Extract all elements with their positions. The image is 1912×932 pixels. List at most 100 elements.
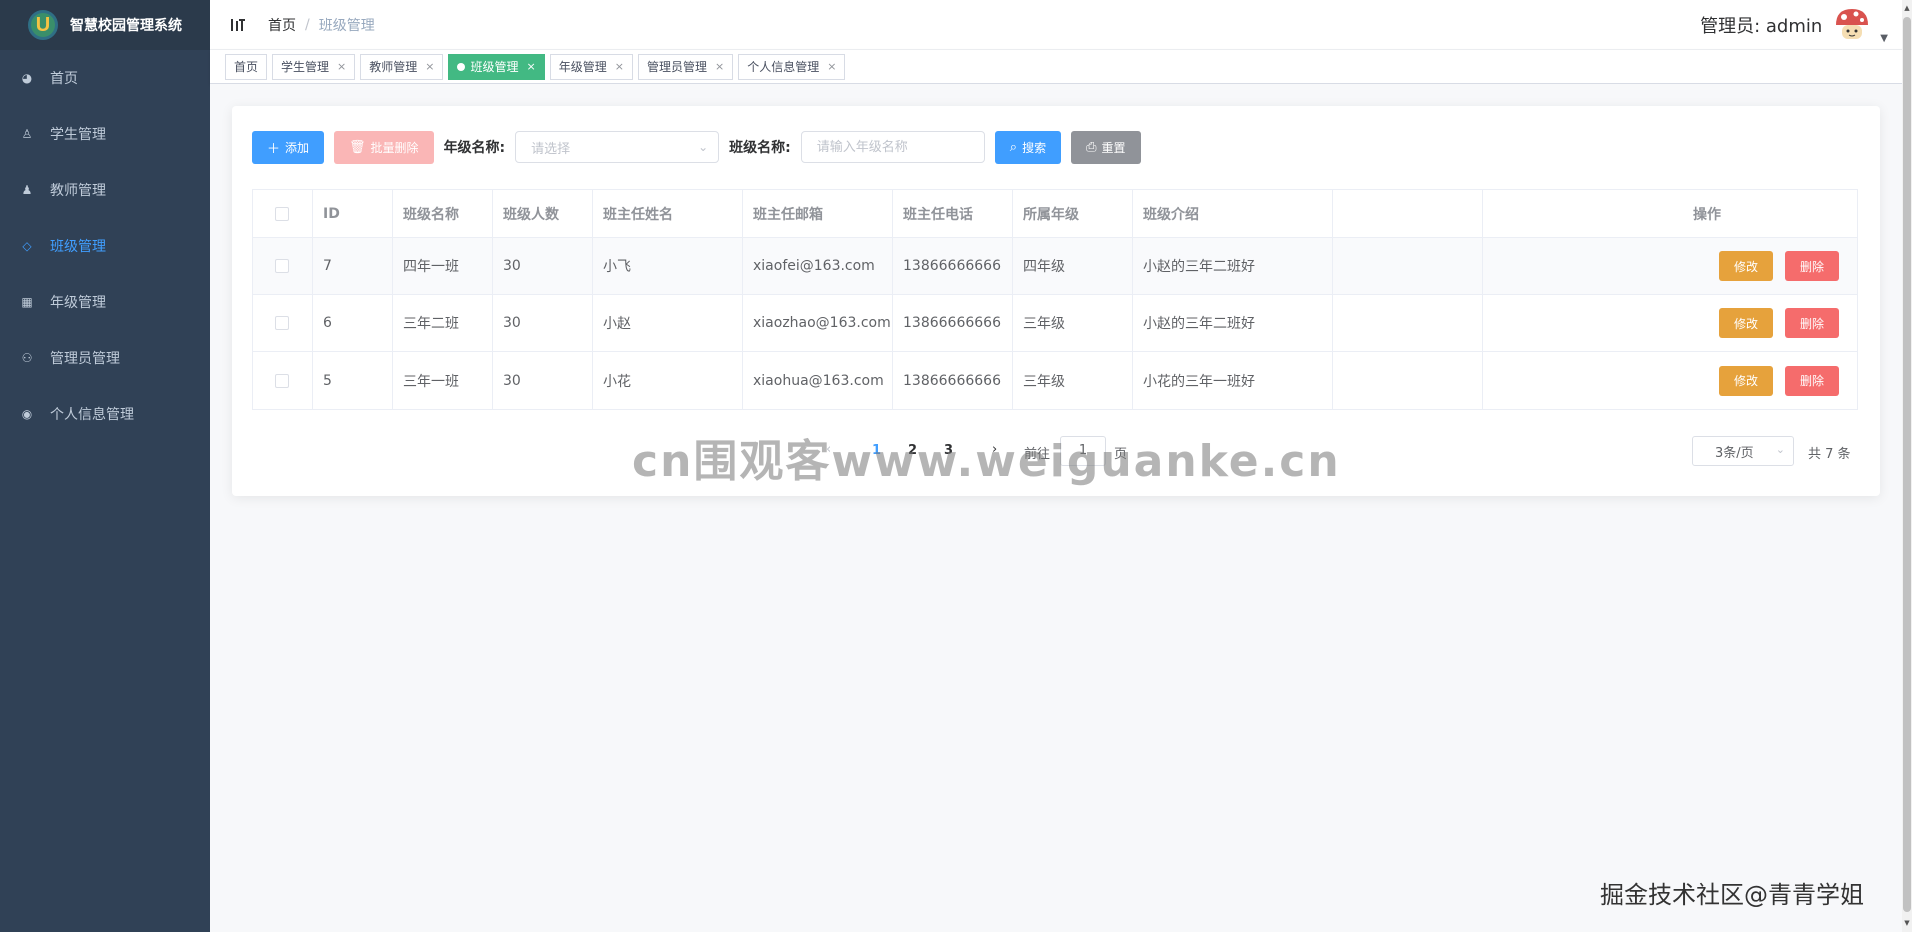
reset-button[interactable]: ⎙ 重置 <box>1071 130 1141 164</box>
breadcrumb-home[interactable]: 首页 <box>268 15 296 35</box>
column-header: 班级介绍 <box>1133 190 1333 237</box>
profile-icon: ◉ <box>21 407 33 421</box>
delete-button[interactable]: 删除 <box>1784 251 1839 281</box>
sidebar-item-label: 管理员管理 <box>50 351 120 367</box>
row-select-cell <box>253 238 313 294</box>
logo-icon: U <box>28 10 58 40</box>
hamburger-icon[interactable] <box>226 13 250 37</box>
chevron-down-icon: ⌄ <box>698 140 709 154</box>
edit-button[interactable]: 修改 <box>1718 365 1773 396</box>
tag-label: 教师管理 <box>369 60 418 74</box>
cell-intro: 小赵的三年二班好 <box>1133 238 1333 294</box>
search-button[interactable]: ⌕ 搜索 <box>994 130 1062 164</box>
avatar[interactable] <box>1832 5 1873 45</box>
tag-label: 首页 <box>234 60 259 74</box>
user-icon: ♙ <box>21 127 33 141</box>
sidebar-item-label: 班级管理 <box>50 239 106 255</box>
delete-button[interactable]: 删除 <box>1784 308 1839 338</box>
cell-grade: 三年级 <box>1013 295 1133 351</box>
app-title: 智慧校园管理系统 <box>70 18 182 34</box>
calendar-icon: ▦ <box>21 295 33 309</box>
edit-button[interactable]: 修改 <box>1718 251 1773 281</box>
caret-down-icon[interactable]: ▼ <box>1880 33 1888 44</box>
sidebar-item-1[interactable]: ◕ 首页 <box>0 50 210 106</box>
scrollbar[interactable]: ▲ ▼ <box>1902 0 1912 932</box>
delete-button[interactable]: 删除 <box>1784 365 1839 396</box>
cell-empty <box>1333 295 1483 351</box>
batch-delete-button[interactable]: 🗑 批量删除 <box>334 130 434 164</box>
scroll-down-icon[interactable]: ▼ <box>1902 915 1912 932</box>
grade-select[interactable]: 请选择 ⌄ <box>515 131 720 163</box>
sidebar-item-4[interactable]: ◇ 班级管理 <box>0 218 210 274</box>
sidebar-item-5[interactable]: ▦ 年级管理 <box>0 274 210 330</box>
logo-letter: U <box>35 13 51 36</box>
cell-intro: 小赵的三年二班好 <box>1133 295 1333 351</box>
breadcrumb: 首页 / 班级管理 <box>268 15 375 35</box>
sidebar-item-label: 学生管理 <box>50 127 106 143</box>
sidebar-item-6[interactable]: ⚇ 管理员管理 <box>0 330 210 386</box>
logo-bar: U 智慧校园管理系统 <box>0 0 210 50</box>
tag-label: 年级管理 <box>558 60 607 74</box>
cell-name: 三年二班 <box>393 295 493 351</box>
cell-count: 30 <box>493 352 593 409</box>
sidebar: U 智慧校园管理系统 ◕ 首页 ♙ 学生管理 ♟ 教师管理 ◇ 班级管理 ▦ 年级管理 ⚇ 管理员管理… <box>0 0 210 932</box>
scroll-thumb[interactable] <box>1903 17 1911 912</box>
tag-4[interactable]: 班级管理 × <box>448 53 545 80</box>
tag-2[interactable]: 学生管理 × <box>272 53 356 80</box>
cell-name: 四年一班 <box>393 238 493 294</box>
cell-empty <box>1333 352 1483 409</box>
tag-6[interactable]: 管理员管理 × <box>637 53 734 80</box>
cell-grade: 四年级 <box>1013 238 1133 294</box>
select-all-checkbox[interactable] <box>275 206 289 221</box>
sidebar-item-label: 首页 <box>50 71 78 87</box>
cell-actions: 修改 删除 <box>1483 238 1857 294</box>
breadcrumb-current: 班级管理 <box>318 17 375 34</box>
sidebar-item-label: 教师管理 <box>50 183 106 199</box>
column-header: 班级人数 <box>493 190 593 237</box>
table-row: 6 三年二班 30 小赵 xiaozhao@163.com 13866666666 三年级小… <box>253 295 1857 352</box>
sidebar-item-3[interactable]: ♟ 教师管理 <box>0 162 210 218</box>
column-header: 班主任电话 <box>893 190 1013 237</box>
row-checkbox[interactable] <box>275 316 289 330</box>
cell-id: 7 <box>313 238 393 294</box>
class-name-label: 班级名称: <box>729 140 791 156</box>
tags-view: 首页 学生管理 × 教师管理 × 班级管理 × 年级管理 × 管理员管理 × 个人信息管理 × <box>210 50 1912 84</box>
tag-label: 管理员管理 <box>646 60 707 74</box>
close-icon[interactable]: × <box>615 60 624 73</box>
close-icon[interactable]: × <box>715 60 724 73</box>
sidebar-item-7[interactable]: ◉ 个人信息管理 <box>0 386 210 442</box>
class-name-input[interactable] <box>800 131 985 163</box>
watermark-corner: 掘金技术社区@青青学姐 <box>1600 881 1864 909</box>
table-header: ID 班级名称 班级人数 班主任姓名 班主任邮箱 班主任电话 所属年级 班级介绍 操作 <box>253 190 1857 238</box>
close-icon[interactable]: × <box>527 60 536 73</box>
sidebar-item-label: 个人信息管理 <box>50 407 134 423</box>
edit-button[interactable]: 修改 <box>1718 308 1773 338</box>
row-checkbox[interactable] <box>275 373 289 388</box>
toolbar: ＋ 添加 🗑 批量删除 年级名称: 请选择 ⌄ 班级名称: ⌕ 搜索 ⎙ 重置 <box>252 130 1151 164</box>
close-icon[interactable]: × <box>425 60 434 73</box>
cell-count: 30 <box>493 295 593 351</box>
column-header: 操作 <box>1693 206 1721 223</box>
tag-1[interactable]: 首页 <box>225 53 268 80</box>
sidebar-menu: ◕ 首页 ♙ 学生管理 ♟ 教师管理 ◇ 班级管理 ▦ 年级管理 ⚇ 管理员管理 ◉ 个人信息管理 <box>0 50 210 442</box>
sidebar-item-2[interactable]: ♙ 学生管理 <box>0 106 210 162</box>
column-header: ID <box>313 190 393 237</box>
scroll-up-icon[interactable]: ▲ <box>1902 0 1912 17</box>
add-button-label: 添加 <box>285 140 310 155</box>
tag-3[interactable]: 教师管理 × <box>360 53 444 80</box>
select-all-cell <box>253 190 313 237</box>
active-dot-icon <box>457 62 466 71</box>
sidebar-item-label: 年级管理 <box>50 295 106 311</box>
user-menu[interactable]: 管理员: admin ▼ <box>1700 5 1888 45</box>
cell-phone: 13866666666 <box>893 352 1013 409</box>
cell-name: 三年一班 <box>393 352 493 409</box>
add-button[interactable]: ＋ 添加 <box>252 130 325 164</box>
page-size-select[interactable]: 3条/页 ⌄ <box>1692 436 1794 466</box>
row-checkbox[interactable] <box>275 259 289 273</box>
search-button-label: 搜索 <box>1022 140 1047 155</box>
close-icon[interactable]: × <box>337 60 346 73</box>
grade-select-placeholder: 请选择 <box>531 141 571 157</box>
tag-5[interactable]: 年级管理 × <box>549 53 633 80</box>
tag-7[interactable]: 个人信息管理 × <box>738 53 846 80</box>
close-icon[interactable]: × <box>827 60 836 73</box>
